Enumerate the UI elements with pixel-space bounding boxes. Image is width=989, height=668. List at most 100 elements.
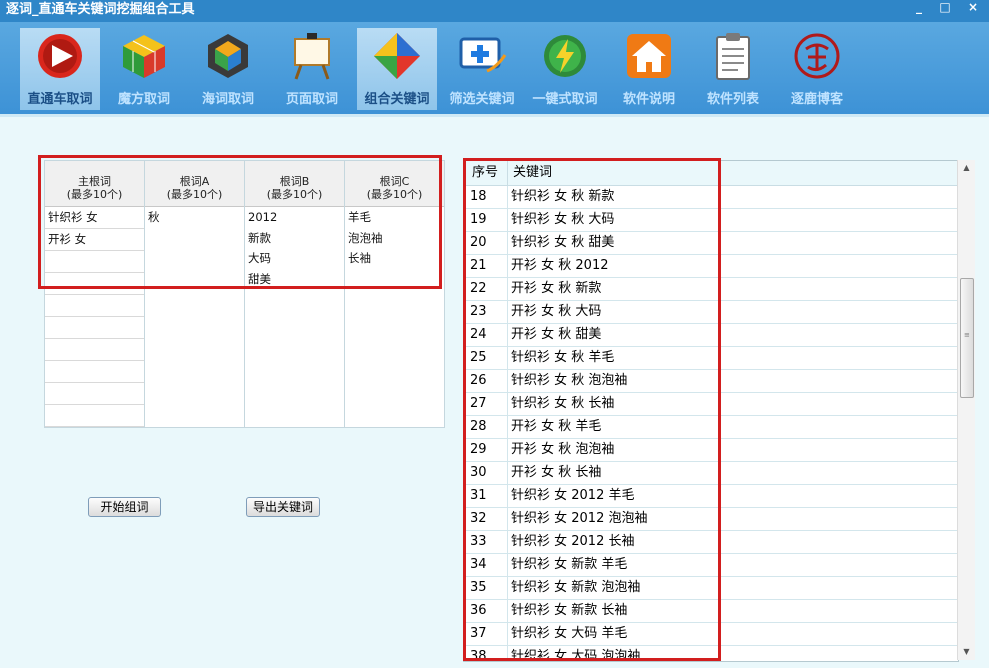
table-row[interactable]: 32 针织衫 女 2012 泡泡袖 <box>464 508 958 531</box>
results-scrollbar[interactable]: ▲ ≡ ▼ <box>957 160 975 660</box>
table-row[interactable]: 20 针织衫 女 秋 甜美 <box>464 232 958 255</box>
root-a-value[interactable]: 秋 <box>145 207 244 228</box>
row-number: 29 <box>470 442 487 457</box>
filter-monitor-icon <box>459 37 507 73</box>
maximize-button[interactable]: □ <box>934 0 956 16</box>
table-row[interactable]: 22 开衫 女 秋 新款 <box>464 278 958 301</box>
scroll-thumb[interactable]: ≡ <box>960 278 974 398</box>
table-row[interactable]: 35 针织衫 女 新款 泡泡袖 <box>464 577 958 600</box>
row-number: 27 <box>470 396 487 411</box>
tool-haici[interactable]: 海词取词 <box>188 28 268 110</box>
table-row[interactable]: 30 开衫 女 秋 长袖 <box>464 462 958 485</box>
results-rows: 18 针织衫 女 秋 新款 19 针织衫 女 秋 大码 20 针织衫 女 秋 甜美 21 开衫… <box>464 186 958 662</box>
tool-label: 直通车取词 <box>27 92 93 107</box>
table-row[interactable]: 24 开衫 女 秋 甜美 <box>464 324 958 347</box>
main-root-cell[interactable] <box>45 295 144 317</box>
main-root-cell[interactable] <box>45 361 144 383</box>
table-row[interactable]: 25 针织衫 女 秋 羊毛 <box>464 347 958 370</box>
scroll-up-arrow-icon[interactable]: ▲ <box>958 160 975 176</box>
row-number: 24 <box>470 327 487 342</box>
table-row[interactable]: 29 开衫 女 秋 泡泡袖 <box>464 439 958 462</box>
row-keyword: 针织衫 女 2012 长袖 <box>511 534 635 549</box>
export-keywords-button[interactable]: 导出关键词 <box>246 497 320 517</box>
table-row[interactable]: 27 针织衫 女 秋 长袖 <box>464 393 958 416</box>
table-row[interactable]: 37 针织衫 女 大码 羊毛 <box>464 623 958 646</box>
row-number: 33 <box>470 534 487 549</box>
table-row[interactable]: 18 针织衫 女 秋 新款 <box>464 186 958 209</box>
root-a-column[interactable]: 根词A (最多10个) 秋 <box>144 160 245 428</box>
tool-zuhe[interactable]: 组合关键词 <box>357 28 437 110</box>
tool-yemian[interactable]: 页面取词 <box>272 28 352 110</box>
tool-yijian[interactable]: 一键式取词 <box>525 28 605 110</box>
tool-boke[interactable]: 逐鹿博客 <box>777 28 857 110</box>
root-b-column[interactable]: 根词B (最多10个) 2012 新款 大码 甜美 <box>244 160 345 428</box>
root-c-value[interactable]: 泡泡袖 <box>345 228 444 249</box>
tool-shaixuan[interactable]: 筛选关键词 <box>442 28 522 110</box>
tool-label: 组合关键词 <box>364 92 430 107</box>
root-b-value[interactable]: 2012 <box>245 207 344 228</box>
root-b-value[interactable]: 甜美 <box>245 269 344 290</box>
table-row[interactable]: 21 开衫 女 秋 2012 <box>464 255 958 278</box>
row-keyword: 针织衫 女 2012 羊毛 <box>511 488 635 503</box>
table-row[interactable]: 31 针织衫 女 2012 羊毛 <box>464 485 958 508</box>
lightning-icon <box>544 35 586 77</box>
table-row[interactable]: 19 针织衫 女 秋 大码 <box>464 209 958 232</box>
scroll-down-arrow-icon[interactable]: ▼ <box>958 644 975 660</box>
main-root-cell[interactable] <box>45 273 144 295</box>
row-keyword: 针织衫 女 秋 新款 <box>511 189 615 204</box>
column-divider <box>507 462 508 484</box>
column-divider <box>507 393 508 415</box>
column-divider <box>507 161 508 185</box>
table-row[interactable]: 38 针织衫 女 大码 泡泡袖 <box>464 646 958 662</box>
row-keyword: 针织衫 女 新款 羊毛 <box>511 557 628 572</box>
row-number: 28 <box>470 419 487 434</box>
main-root-cell[interactable] <box>45 405 144 427</box>
tool-liebiao[interactable]: 软件列表 <box>693 28 773 110</box>
column-header: 根词C (最多10个) <box>345 161 444 207</box>
column-header: 根词B (最多10个) <box>245 161 344 207</box>
row-number: 38 <box>470 649 487 662</box>
table-row[interactable]: 34 针织衫 女 新款 羊毛 <box>464 554 958 577</box>
row-keyword: 开衫 女 秋 新款 <box>511 281 602 296</box>
results-table[interactable]: 序号 关键词 18 针织衫 女 秋 新款 19 针织衫 女 秋 大码 20 针织衫 女 秋… <box>463 160 959 662</box>
root-c-value[interactable]: 长袖 <box>345 248 444 269</box>
app-window: 逐词_直通车关键词挖掘组合工具 _ □ × 直通车取词 魔方取词 海词取词 页面… <box>0 0 989 668</box>
main-root-cell[interactable]: 开衫 女 <box>45 229 144 251</box>
seal-icon <box>794 33 840 79</box>
table-row[interactable]: 33 针织衫 女 2012 长袖 <box>464 531 958 554</box>
column-divider <box>507 600 508 622</box>
root-c-value[interactable]: 羊毛 <box>345 207 444 228</box>
title-bar[interactable]: 逐词_直通车关键词挖掘组合工具 _ □ × <box>0 0 989 22</box>
table-row[interactable]: 36 针织衫 女 新款 长袖 <box>464 600 958 623</box>
tool-label: 魔方取词 <box>117 92 170 107</box>
tool-ztc[interactable]: 直通车取词 <box>20 28 100 110</box>
cube-icon <box>123 35 165 78</box>
root-b-value[interactable]: 大码 <box>245 248 344 269</box>
home-icon <box>627 34 671 78</box>
hexagon-icon <box>208 34 248 78</box>
table-row[interactable]: 28 开衫 女 秋 羊毛 <box>464 416 958 439</box>
column-divider <box>507 508 508 530</box>
table-row[interactable]: 26 针织衫 女 秋 泡泡袖 <box>464 370 958 393</box>
close-button[interactable]: × <box>962 0 984 16</box>
minimize-button[interactable]: _ <box>908 0 930 16</box>
root-c-column[interactable]: 根词C (最多10个) 羊毛 泡泡袖 长袖 <box>344 160 445 428</box>
main-root-cell[interactable] <box>45 383 144 405</box>
row-number: 19 <box>470 212 487 227</box>
table-row[interactable]: 23 开衫 女 秋 大码 <box>464 301 958 324</box>
row-keyword: 开衫 女 秋 泡泡袖 <box>511 442 615 457</box>
root-b-value[interactable]: 新款 <box>245 228 344 249</box>
easel-icon <box>294 33 330 80</box>
main-root-cell[interactable]: 针织衫 女 <box>45 207 144 229</box>
column-divider <box>507 623 508 645</box>
main-root-column[interactable]: 主根词 (最多10个) 针织衫 女 开衫 女 <box>44 160 145 428</box>
tool-shuoming[interactable]: 软件说明 <box>609 28 689 110</box>
main-root-cell[interactable] <box>45 251 144 273</box>
diamond-icon <box>374 33 420 79</box>
tool-mofang[interactable]: 魔方取词 <box>104 28 184 110</box>
main-root-cell[interactable] <box>45 317 144 339</box>
row-number: 26 <box>470 373 487 388</box>
results-header: 序号 关键词 <box>464 161 958 186</box>
main-root-cell[interactable] <box>45 339 144 361</box>
start-combine-button[interactable]: 开始组词 <box>88 497 161 517</box>
